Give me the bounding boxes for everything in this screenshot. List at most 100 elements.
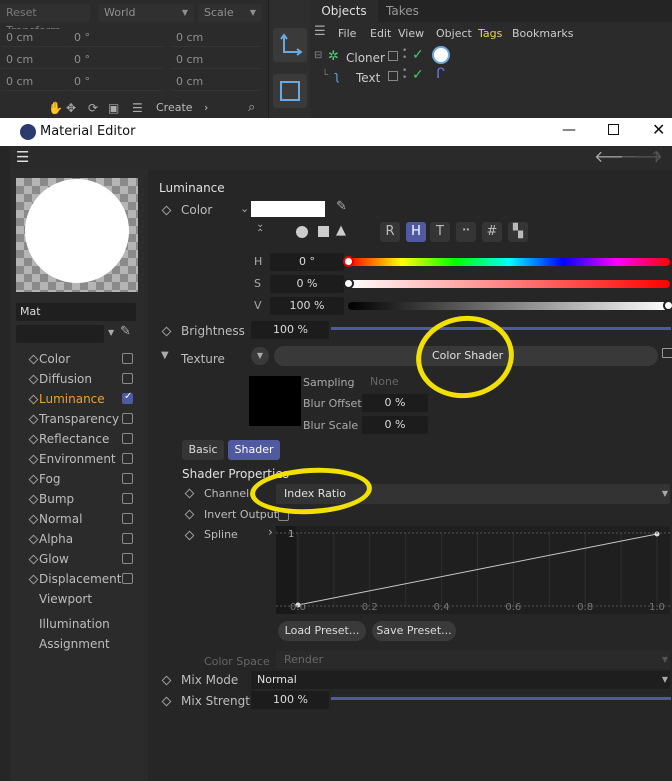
spline-point[interactable] (654, 531, 660, 537)
keyframe-diamond-icon[interactable] (28, 494, 39, 505)
keyframe-diamond-icon[interactable] (28, 474, 39, 485)
tree-item-cloner[interactable]: Cloner (346, 51, 385, 65)
hue-slider-knob[interactable] (343, 256, 354, 267)
expand-triangle-icon[interactable]: ▼ (161, 350, 169, 361)
keyframe-diamond-icon[interactable] (28, 354, 39, 365)
channel-alpha-label[interactable]: Alpha (39, 532, 73, 546)
brightness-field[interactable]: 100 % (251, 321, 329, 339)
saturation-slider-knob[interactable] (343, 278, 354, 289)
channel-fog-checkbox[interactable] (122, 473, 133, 484)
hand-icon[interactable]: ✋ (48, 101, 63, 115)
keyframe-diamond-icon[interactable] (28, 554, 39, 565)
tab-objects[interactable]: Objects (310, 0, 378, 22)
spectrum-icon[interactable] (318, 226, 329, 237)
search-icon[interactable]: ⌕ (248, 100, 255, 115)
channel-normal-label[interactable]: Normal (39, 512, 82, 526)
channel-color-checkbox[interactable] (122, 353, 133, 364)
chevron-down-icon[interactable]: ▼ (108, 328, 114, 337)
channel-environment-checkbox[interactable] (122, 453, 133, 464)
channel-transparency-label[interactable]: Transparency (39, 412, 119, 426)
picture-icon[interactable]: ▲ (336, 223, 346, 238)
material-tag-icon[interactable] (432, 46, 450, 64)
channel-bump-label[interactable]: Bump (39, 492, 74, 506)
color-mode-hash-button[interactable]: # (482, 222, 502, 242)
objects-menu-view[interactable]: View (398, 27, 424, 40)
blur-offset-field[interactable]: 0 % (362, 394, 428, 412)
minimize-icon[interactable]: — (562, 122, 576, 138)
color-space-dropdown[interactable]: Render ▼ (276, 651, 670, 669)
keyframe-diamond-icon[interactable] (28, 414, 39, 425)
channel-glow-label[interactable]: Glow (39, 552, 69, 566)
spline-editor[interactable]: 1 0.0 0.2 0.4 0.6 0.8 1.0 (276, 526, 670, 614)
keyframe-diamond-icon[interactable] (28, 514, 39, 525)
selection-tool-button[interactable] (273, 74, 307, 108)
sidebar-item-assignment[interactable]: Assignment (39, 637, 110, 651)
channel-reflectance-label[interactable]: Reflectance (39, 432, 109, 446)
sampling-dropdown[interactable]: None (362, 373, 428, 391)
v-value-field[interactable]: 100 % (270, 297, 344, 315)
value-slider-knob[interactable] (663, 300, 672, 311)
keyframe-diamond-icon[interactable] (161, 696, 172, 707)
channel-fog-label[interactable]: Fog (39, 472, 60, 486)
reset-transform-button[interactable]: Reset Transform (0, 4, 90, 37)
channel-diffusion-label[interactable]: Diffusion (39, 372, 92, 386)
keyframe-diamond-icon[interactable] (161, 675, 172, 686)
save-preset-button[interactable]: Save Preset... (372, 621, 456, 641)
eyedropper-icon[interactable]: ✎ (120, 324, 131, 339)
keyframe-diamond-icon[interactable] (28, 434, 39, 445)
hue-slider[interactable] (348, 258, 670, 266)
mix-mode-dropdown[interactable]: Normal ▼ (251, 671, 670, 689)
objects-menu-object[interactable]: Object (436, 27, 472, 40)
color-mode-h-button[interactable]: H (406, 222, 426, 242)
tab-shader[interactable]: Shader (228, 440, 280, 460)
channel-color-label[interactable]: Color (39, 352, 70, 366)
color-mode-swatches-button[interactable]: ▚ (508, 222, 528, 242)
visibility-dots-icon[interactable]: • • (402, 47, 407, 63)
keyframe-diamond-icon[interactable] (184, 509, 195, 520)
channel-reflectance-checkbox[interactable] (122, 433, 133, 444)
texture-menu-button[interactable]: ▼ (251, 347, 269, 365)
hamburger-icon[interactable]: ☰ (16, 148, 29, 166)
color-swatch[interactable] (251, 201, 325, 217)
keyframe-diamond-icon[interactable] (184, 488, 195, 499)
coordinate-system-dropdown[interactable]: World ▼ (98, 4, 194, 22)
load-preset-button[interactable]: Load Preset... (278, 621, 366, 641)
objects-menu-file[interactable]: File (338, 27, 356, 40)
channel-luminance-label[interactable]: Luminance (39, 392, 105, 406)
channel-transparency-checkbox[interactable] (122, 413, 133, 424)
channel-displacement-label[interactable]: Displacement (39, 572, 122, 586)
objects-menu-tags[interactable]: Tags (478, 27, 502, 40)
coordinate-field[interactable]: 0 cm (170, 51, 262, 69)
hamburger-icon[interactable]: ☰ (314, 24, 334, 42)
coordinate-field[interactable]: 0 ° (68, 73, 164, 91)
create-menu[interactable]: Create (156, 101, 193, 114)
chevron-right-icon[interactable]: › (268, 525, 273, 539)
mix-strength-field[interactable]: 100 % (251, 691, 329, 709)
channel-glow-checkbox[interactable] (122, 553, 133, 564)
layer-icon[interactable] (388, 71, 398, 81)
color-wheel-icon[interactable] (296, 226, 308, 238)
enabled-check-icon[interactable]: ✓ (412, 67, 424, 83)
keyframe-diamond-icon[interactable] (161, 326, 172, 337)
coordinate-field[interactable]: 0 ° (68, 51, 164, 69)
chevron-down-icon[interactable]: ⌄ (240, 202, 249, 215)
material-layer-dropdown[interactable] (16, 325, 104, 343)
value-slider[interactable] (348, 302, 670, 310)
rotate-icon[interactable]: ⟳ (88, 101, 98, 115)
coordinate-field[interactable]: 0 cm (170, 29, 262, 47)
mix-strength-slider[interactable] (331, 697, 671, 700)
material-preview[interactable] (16, 178, 138, 292)
keyframe-diamond-icon[interactable] (161, 205, 172, 216)
tree-item-text[interactable]: Text (356, 71, 380, 85)
tab-basic[interactable]: Basic (182, 440, 224, 460)
axis-tool-button[interactable] (273, 28, 307, 62)
move-icon[interactable]: ✥ (66, 101, 76, 115)
keyframe-diamond-icon[interactable] (184, 530, 195, 541)
close-icon[interactable]: ✕ (652, 120, 665, 139)
blur-scale-field[interactable]: 0 % (362, 416, 428, 434)
enabled-check-icon[interactable]: ✓ (412, 47, 424, 63)
objects-menu-bookmarks[interactable]: Bookmarks (512, 27, 573, 40)
objects-menu-edit[interactable]: Edit (370, 27, 391, 40)
saturation-slider[interactable] (348, 280, 670, 288)
scale-dropdown[interactable]: Scale ▼ (198, 4, 262, 22)
